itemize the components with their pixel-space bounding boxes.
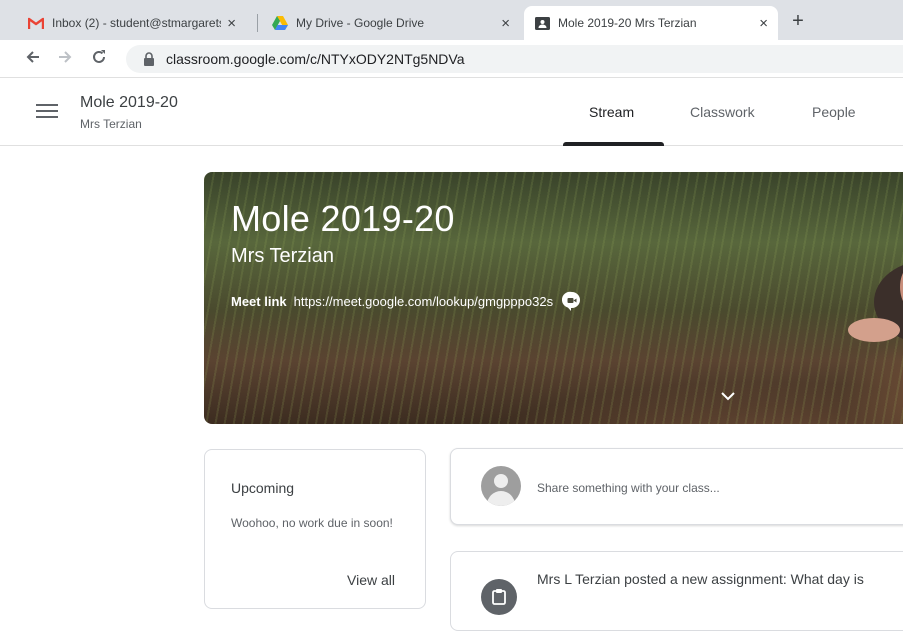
- meet-link-url[interactable]: https://meet.google.com/lookup/gmgpppo32…: [294, 294, 553, 309]
- tab-google-drive[interactable]: My Drive - Google Drive ×: [262, 6, 520, 40]
- stream-post[interactable]: Mrs L Terzian posted a new assignment: W…: [450, 551, 903, 631]
- classroom-icon: [534, 15, 550, 31]
- gmail-icon: [28, 15, 44, 31]
- banner-teacher: Mrs Terzian: [231, 245, 334, 267]
- assignment-icon: [481, 579, 517, 615]
- mole-illustration: [848, 265, 903, 342]
- lock-icon: [144, 52, 154, 66]
- forward-arrow-icon[interactable]: [54, 48, 76, 70]
- class-title[interactable]: Mole 2019-20: [80, 94, 178, 112]
- meet-link-label: Meet link: [231, 293, 287, 309]
- post-text[interactable]: Mrs L Terzian posted a new assignment: W…: [537, 571, 864, 587]
- chevron-down-icon[interactable]: [720, 390, 736, 402]
- close-tab-icon[interactable]: ×: [501, 15, 510, 32]
- share-with-class-box[interactable]: Share something with your class...: [450, 448, 903, 525]
- tab-separator: [257, 14, 258, 32]
- avatar: [481, 466, 521, 506]
- upcoming-card: Upcoming Woohoo, no work due in soon! Vi…: [204, 449, 426, 609]
- tab-classroom[interactable]: Mole 2019-20 Mrs Terzian ×: [524, 6, 778, 40]
- tab-people[interactable]: People: [812, 104, 856, 120]
- browser-toolbar: classroom.google.com/c/NTYxODY2NTg5NDVa: [0, 40, 903, 78]
- tab-title: Inbox (2) - student@stmargarets...: [52, 16, 222, 30]
- share-placeholder[interactable]: Share something with your class...: [537, 481, 720, 495]
- browser-tab-strip: Inbox (2) - student@stmargarets... × My …: [0, 0, 903, 40]
- video-call-icon[interactable]: [562, 291, 582, 311]
- url-text: classroom.google.com/c/NTYxODY2NTg5NDVa: [166, 51, 465, 67]
- back-arrow-icon[interactable]: [22, 48, 44, 70]
- classroom-app-bar: Mole 2019-20 Mrs Terzian Stream Classwor…: [0, 78, 903, 146]
- address-bar[interactable]: classroom.google.com/c/NTYxODY2NTg5NDVa: [126, 45, 903, 73]
- class-banner: Mole 2019-20 Mrs Terzian Meet link https…: [204, 172, 903, 424]
- active-tab-indicator: [563, 142, 664, 146]
- tab-stream[interactable]: Stream: [589, 104, 634, 120]
- tab-title: Mole 2019-20 Mrs Terzian: [558, 16, 697, 30]
- tab-gmail[interactable]: Inbox (2) - student@stmargarets... ×: [18, 6, 246, 40]
- hamburger-menu-icon[interactable]: [36, 100, 58, 122]
- class-teacher: Mrs Terzian: [80, 117, 142, 131]
- close-tab-icon[interactable]: ×: [227, 15, 236, 32]
- new-tab-button[interactable]: +: [786, 10, 810, 34]
- banner-title: Mole 2019-20: [231, 198, 455, 239]
- meet-link-row: Meet link https://meet.google.com/lookup…: [231, 291, 582, 311]
- reload-icon[interactable]: [88, 48, 110, 70]
- google-drive-icon: [272, 15, 288, 31]
- tab-title: My Drive - Google Drive: [296, 16, 425, 30]
- upcoming-message: Woohoo, no work due in soon!: [231, 516, 393, 530]
- close-tab-icon[interactable]: ×: [759, 15, 768, 32]
- tab-classwork[interactable]: Classwork: [690, 104, 755, 120]
- upcoming-title: Upcoming: [231, 480, 295, 496]
